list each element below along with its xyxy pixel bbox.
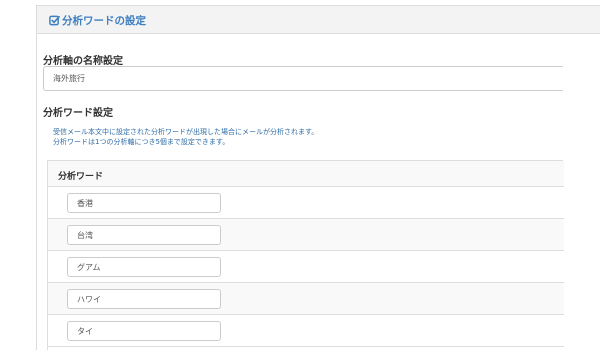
table-row [48, 315, 564, 347]
table-header: 分析ワード [48, 161, 564, 187]
panel-heading: 分析ワードの設定 [37, 6, 600, 34]
word-input-4[interactable] [67, 289, 221, 309]
word-settings-label: 分析ワード設定 [43, 108, 113, 119]
word-input-5[interactable] [67, 321, 221, 341]
panel-title: 分析ワードの設定 [49, 13, 146, 28]
table-row [48, 283, 564, 315]
table-row [48, 219, 564, 251]
axis-name-input[interactable] [43, 66, 563, 91]
panel-title-text: 分析ワードの設定 [62, 15, 146, 27]
word-input-3[interactable] [67, 257, 221, 277]
word-table: 分析ワード [47, 160, 564, 350]
table-row [48, 251, 564, 283]
table-header-label: 分析ワード [58, 172, 104, 182]
help-text-line-1: 受信メール本文中に設定された分析ワードが出現した場合にメールが分析されます。 [53, 128, 319, 136]
help-text-line-2: 分析ワードは1つの分析軸につき5個まで設定できます。 [53, 138, 230, 146]
word-input-1[interactable] [67, 193, 221, 213]
axis-name-label: 分析軸の名称設定 [43, 56, 123, 67]
word-input-2[interactable] [67, 225, 221, 245]
edit-check-icon [49, 15, 60, 26]
table-row [48, 187, 564, 219]
